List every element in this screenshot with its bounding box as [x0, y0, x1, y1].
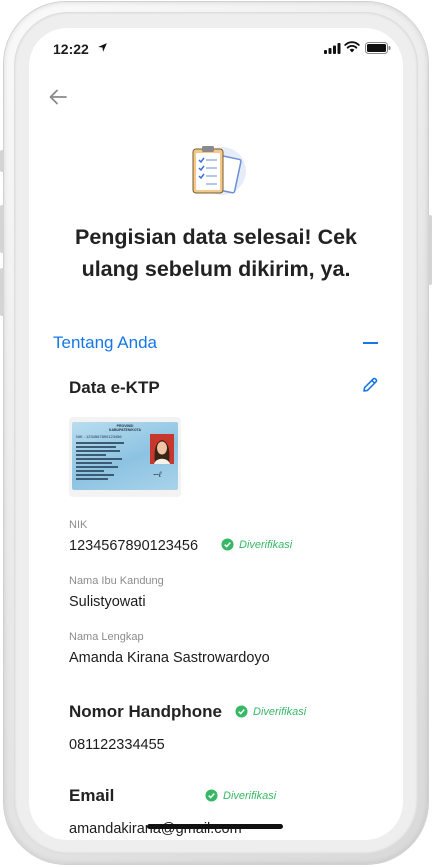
wifi-icon [344, 41, 360, 53]
ktp-nik-text: NIK : 1234567890123456 [76, 434, 122, 439]
ktp-line [76, 466, 118, 468]
ktp-line [76, 446, 116, 448]
clipboard-checklist-icon [192, 146, 246, 195]
phone-number-value: 081122334455 [69, 737, 165, 753]
cellular-signal-icon [324, 43, 341, 54]
check-circle-icon [205, 789, 218, 802]
email-verified-text: Diverifikasi [223, 789, 277, 802]
check-circle-icon [221, 538, 234, 551]
phone-verified-text: Diverifikasi [253, 705, 307, 718]
ktp-line [76, 442, 124, 444]
page-headline: Pengisian data selesai! Cek ulang sebelu… [74, 225, 358, 281]
ktp-province: PROVINSI KABUPATEN/KOTA [72, 424, 178, 432]
volume-down-button [0, 268, 4, 316]
home-indicator[interactable] [147, 824, 283, 829]
full-name-label: Nama Lengkap [69, 631, 144, 643]
phone-card-title: Nomor Handphone [69, 702, 222, 721]
location-arrow-icon [98, 43, 107, 52]
section-title-tentang-anda[interactable]: Tentang Anda [53, 333, 157, 353]
volume-up-button [0, 205, 4, 253]
phone-verified-badge: Diverifikasi [235, 705, 306, 718]
full-name-value: Amanda Kirana Sastrowardoyo [69, 650, 270, 666]
nik-value: 1234567890123456 [69, 538, 199, 554]
back-arrow-icon[interactable] [47, 86, 69, 108]
email-card-title: Email [69, 786, 115, 805]
ktp-portrait [150, 434, 174, 464]
collapse-minus-icon[interactable] [363, 342, 378, 344]
ktp-line [76, 470, 104, 472]
app-screen: 12:22 Pengisian data selesai! Cek ulang … [29, 28, 403, 840]
ktp-image[interactable]: PROVINSI KABUPATEN/KOTA NIK : 12345678901… [69, 417, 181, 497]
check-circle-icon [235, 705, 248, 718]
ktp-card-title: Data e-KTP [69, 378, 160, 397]
mute-switch [0, 150, 4, 172]
ktp-line [76, 450, 120, 452]
ktp-regency-text: KABUPATEN/KOTA [108, 428, 142, 432]
nik-verified-badge: Diverifikasi [221, 538, 292, 551]
power-button [428, 215, 432, 285]
ktp-card-picture: PROVINSI KABUPATEN/KOTA NIK : 12345678901… [72, 422, 178, 490]
edit-pencil-icon[interactable] [361, 376, 379, 394]
ktp-line [76, 462, 112, 464]
mother-name-value: Sulistyowati [69, 594, 146, 610]
ktp-line [76, 474, 114, 476]
nik-verified-text: Diverifikasi [239, 538, 293, 551]
status-time: 12:22 [53, 41, 89, 57]
battery-icon [365, 42, 391, 54]
ktp-line [76, 454, 106, 456]
ktp-line [76, 458, 122, 460]
ktp-line [76, 478, 108, 480]
mother-name-label: Nama Ibu Kandung [69, 575, 164, 587]
ktp-signature: ∽ℓ [152, 470, 162, 479]
email-verified-badge: Diverifikasi [205, 789, 276, 802]
nik-label: NIK [69, 519, 88, 531]
